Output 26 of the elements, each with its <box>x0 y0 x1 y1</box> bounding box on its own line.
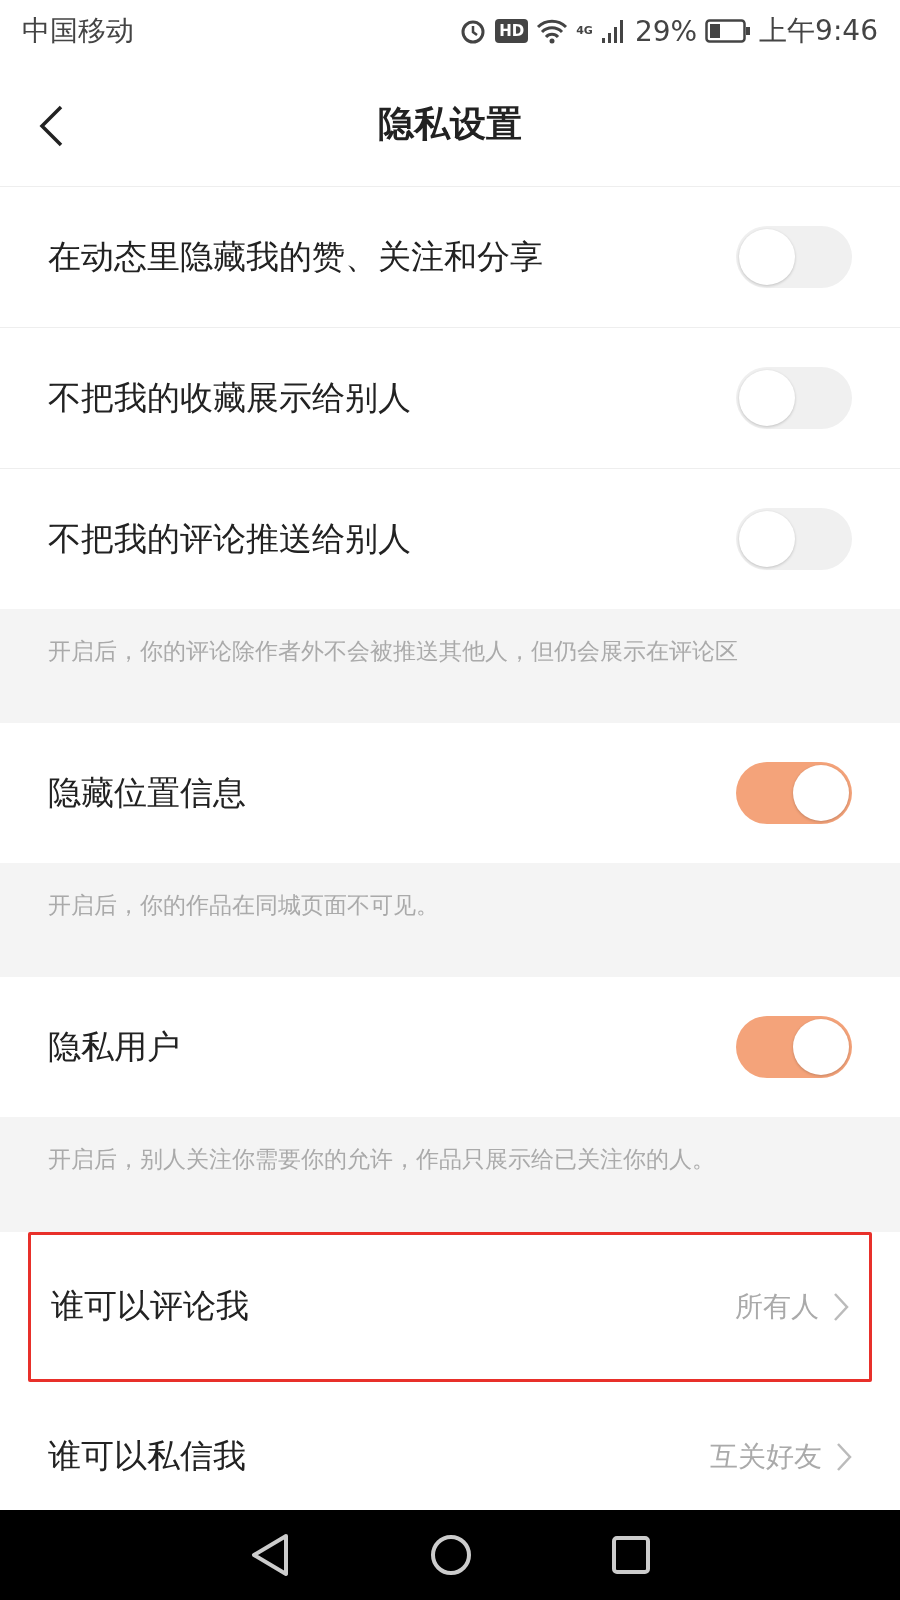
recents-nav-icon[interactable] <box>612 1536 650 1574</box>
setting-value: 互关好友 <box>710 1438 822 1475</box>
wifi-icon <box>536 18 569 44</box>
page-title: 隐私设置 <box>378 101 522 146</box>
setting-label: 在动态里隐藏我的赞、关注和分享 <box>48 235 544 278</box>
setting-label[interactable]: 谁可以私信我 <box>48 1434 710 1480</box>
home-nav-icon[interactable] <box>430 1534 472 1576</box>
setting-label: 不把我的评论推送给别人 <box>48 517 412 560</box>
setting-label: 隐私用户 <box>48 1025 181 1068</box>
carrier-name: 中国移动 <box>22 13 135 49</box>
setting-hint: 开启后，你的作品在同城页面不可见。 <box>0 863 900 978</box>
network-label: 4G <box>576 24 593 37</box>
setting-label[interactable]: 谁可以评论我 <box>51 1284 735 1330</box>
battery-icon <box>705 19 752 43</box>
hd-badge: HD <box>495 19 529 43</box>
battery-percent: 29% <box>634 14 698 48</box>
chevron-icon <box>833 1291 849 1322</box>
clock-time: 上午9:46 <box>759 13 878 49</box>
back-nav-icon[interactable] <box>250 1533 290 1577</box>
setting-label: 隐藏位置信息 <box>48 771 247 814</box>
setting-hint: 开启后，你的评论除作者外不会被推送其他人，但仍会展示在评论区 <box>0 609 900 724</box>
setting-hint: 开启后，别人关注你需要你的允许，作品只展示给已关注你的人。 <box>0 1117 900 1232</box>
back-icon[interactable] <box>38 104 64 148</box>
chevron-icon <box>836 1441 852 1472</box>
setting-label: 不把我的收藏展示给别人 <box>48 376 412 419</box>
setting-value: 所有人 <box>735 1288 819 1325</box>
